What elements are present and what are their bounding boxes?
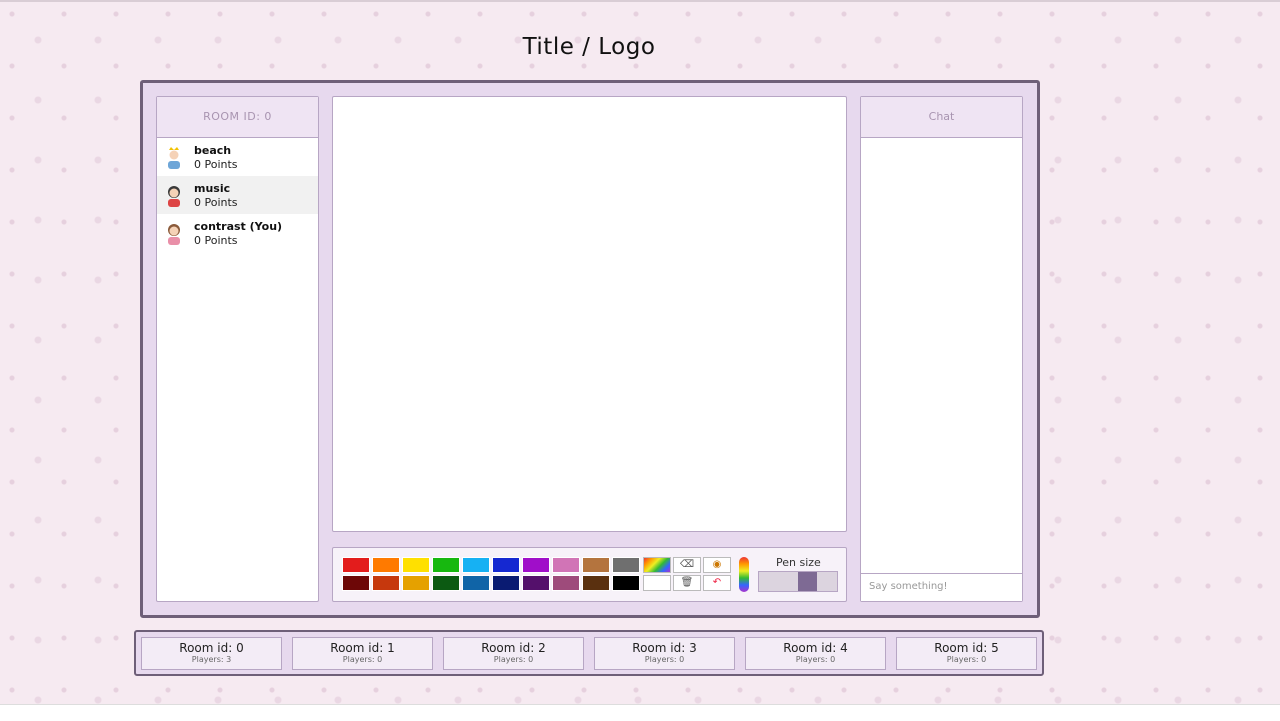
room-card[interactable]: Room id: 5 Players: 0 — [896, 637, 1037, 670]
pen-size-slider[interactable] — [758, 571, 838, 592]
room-card[interactable]: Room id: 1 Players: 0 — [292, 637, 433, 670]
color-swatch[interactable] — [522, 575, 550, 591]
chat-input[interactable]: Say something! — [861, 573, 1022, 601]
girl-avatar-icon — [168, 224, 180, 245]
pen-size-selected — [798, 572, 817, 591]
room-players: Players: 0 — [644, 655, 685, 664]
room-label: Room id: 2 — [481, 641, 546, 655]
room-players: Players: 0 — [795, 655, 836, 664]
color-swatch[interactable] — [492, 557, 520, 573]
color-swatch[interactable] — [372, 557, 400, 573]
status-bar — [0, 704, 1280, 721]
color-swatch[interactable] — [582, 575, 610, 591]
page-title: Title / Logo — [522, 34, 656, 60]
room-label: Room id: 1 — [330, 641, 395, 655]
room-id-header: ROOM ID: 0 — [157, 97, 318, 138]
game-frame: ROOM ID: 0 beach 0 Points music 0 Points — [140, 80, 1040, 618]
color-swatch[interactable] — [342, 575, 370, 591]
chat-panel: Chat Say something! — [860, 96, 1023, 602]
player-points: 0 Points — [194, 158, 238, 171]
room-card[interactable]: Room id: 3 Players: 0 — [594, 637, 735, 670]
players-panel: ROOM ID: 0 beach 0 Points music 0 Points — [156, 96, 319, 602]
drawing-toolbar: ⌫ ◉ 🗑 ↶ Pen size — [332, 547, 847, 602]
crown-avatar-icon — [168, 147, 180, 169]
chat-header: Chat — [861, 97, 1022, 138]
custom-color-bar[interactable] — [739, 557, 749, 592]
color-swatch[interactable] — [612, 557, 640, 573]
room-label: Room id: 3 — [632, 641, 697, 655]
color-swatch[interactable] — [522, 557, 550, 573]
color-swatch[interactable] — [552, 557, 580, 573]
color-swatch[interactable] — [402, 557, 430, 573]
color-swatch[interactable] — [342, 557, 370, 573]
room-card[interactable]: Room id: 4 Players: 0 — [745, 637, 886, 670]
color-swatch[interactable] — [402, 575, 430, 591]
color-swatch[interactable] — [372, 575, 400, 591]
player-name: beach — [194, 144, 232, 157]
color-swatch[interactable] — [582, 557, 610, 573]
girl-avatar-icon — [168, 186, 180, 207]
player-item: beach 0 Points — [157, 138, 318, 176]
player-name: music — [194, 182, 231, 195]
pen-size-label: Pen size — [776, 556, 821, 569]
player-points: 0 Points — [194, 234, 238, 247]
player-item: contrast (You) 0 Points — [157, 214, 318, 252]
color-swatch[interactable] — [552, 575, 580, 591]
color-swatch[interactable] — [462, 557, 490, 573]
room-label: Room id: 4 — [783, 641, 848, 655]
top-line — [0, 0, 1280, 2]
color-swatch[interactable] — [432, 575, 460, 591]
player-item: music 0 Points — [157, 176, 318, 214]
white-color-swatch[interactable] — [643, 575, 671, 591]
player-name: contrast (You) — [194, 220, 283, 233]
color-swatch[interactable] — [612, 575, 640, 591]
color-swatch[interactable] — [432, 557, 460, 573]
color-swatch[interactable] — [462, 575, 490, 591]
player-points: 0 Points — [194, 196, 238, 209]
room-players: Players: 3 — [191, 655, 232, 664]
rainbow-color-button[interactable] — [643, 557, 671, 573]
bucket-icon[interactable]: ◉ — [703, 557, 731, 573]
drawing-canvas[interactable] — [332, 96, 847, 532]
room-card[interactable]: Room id: 2 Players: 0 — [443, 637, 584, 670]
trash-icon[interactable]: 🗑 — [673, 575, 701, 591]
room-players: Players: 0 — [342, 655, 383, 664]
room-label: Room id: 5 — [934, 641, 999, 655]
color-swatch[interactable] — [492, 575, 520, 591]
room-label: Room id: 0 — [179, 641, 244, 655]
room-players: Players: 0 — [493, 655, 534, 664]
undo-icon[interactable]: ↶ — [703, 575, 731, 591]
room-card[interactable]: Room id: 0 Players: 3 — [141, 637, 282, 670]
room-players: Players: 0 — [946, 655, 987, 664]
eraser-icon[interactable]: ⌫ — [673, 557, 701, 573]
room-list: Room id: 0 Players: 3 Room id: 1 Players… — [134, 630, 1044, 676]
